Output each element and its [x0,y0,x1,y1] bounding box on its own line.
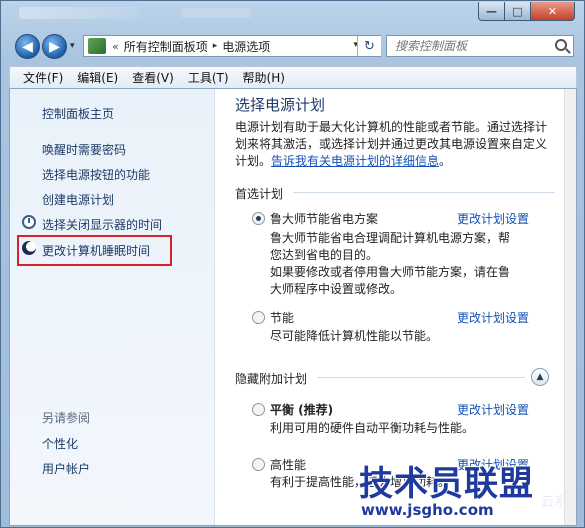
back-button[interactable]: ◀ [15,34,40,59]
sidebar-item-power-button[interactable]: 选择电源按钮的功能 [42,166,150,183]
control-panel-icon [88,38,106,54]
change-plan-link-power-saver[interactable]: 更改计划设置 [457,309,529,326]
change-plan-link-ludashi[interactable]: 更改计划设置 [457,210,529,227]
hidden-divider [317,377,525,378]
sidebar-item-create-plan[interactable]: 创建电源计划 [42,191,114,208]
breadcrumb-arrow-icon[interactable]: ▸ [213,41,218,51]
power-plan-info-link[interactable]: 告诉我有关电源计划的详细信息 [271,154,439,168]
menu-view[interactable]: 查看(V) [125,69,181,86]
search-icon[interactable] [555,39,567,51]
watermark-brand: 技术员联盟 [359,464,534,504]
sidebar-item-wake-password[interactable]: 唤醒时需要密码 [42,141,126,158]
menu-bar: 文件(F) 编辑(E) 查看(V) 工具(T) 帮助(H) [9,66,577,88]
plan-desc-power-saver: 尽可能降低计算机性能以节能。 [270,329,439,343]
page-description: 电源计划有助于最大化计算机的性能或者节能。通过选择计划来将其激活，或选择计划并通… [235,119,557,170]
see-also-heading: 另请参阅 [42,411,91,425]
preferred-divider [293,192,555,193]
plan-desc-balanced: 利用可用的硬件自动平衡功耗与性能。 [270,421,475,435]
plan-name-balanced[interactable]: 平衡 (推荐) [270,401,333,418]
menu-tools[interactable]: 工具(T) [181,69,236,86]
preferred-plans-heading: 首选计划 [235,187,284,201]
collapse-chevron-icon[interactable]: ▲ [531,368,549,386]
breadcrumb-all-items[interactable]: 所有控制面板项 [124,38,208,55]
description-end: 。 [439,154,452,168]
clock-icon [22,215,36,229]
plan-radio-high-performance[interactable] [252,458,265,471]
back-arrow-icon: ◀ [22,38,33,55]
change-plan-link-balanced[interactable]: 更改计划设置 [457,401,529,418]
watermark-url: www.jsgho.com [361,501,494,519]
address-bar[interactable]: « 所有控制面板项 ▸ 电源选项 ▾ [83,35,381,57]
sidebar: 控制面板主页 唤醒时需要密码 选择电源按钮的功能 创建电源计划 选择关闭显示器的… [10,89,215,525]
forward-arrow-icon: ▶ [49,38,60,55]
minimize-button[interactable]: — [478,2,505,21]
search-input[interactable] [395,39,555,53]
highlight-box [17,235,172,266]
title-bar[interactable]: — □ ✕ [1,1,584,27]
sidebar-home[interactable]: 控制面板主页 [42,105,114,122]
page-title: 选择电源计划 [235,96,326,114]
menu-edit[interactable]: 编辑(E) [70,69,125,86]
breadcrumb-power-options[interactable]: 电源选项 [222,38,270,55]
plan-name-high-performance[interactable]: 高性能 [270,456,306,473]
title-blur [19,7,139,19]
plan-desc-ludashi: 鲁大师节能省电合理调配计算机电源方案，帮您达到省电的目的。 如果要修改或者停用鲁… [270,231,511,296]
close-button[interactable]: ✕ [530,2,575,21]
hidden-plans-heading: 隐藏附加计划 [235,372,308,386]
menu-help[interactable]: 帮助(H) [236,69,292,86]
menu-file[interactable]: 文件(F) [16,69,70,86]
control-panel-window: — □ ✕ ◀ ▶ ▾ « 所有控制面板项 ▸ 电源选项 ▾ ↻ 文件(F) 编… [0,0,585,528]
address-overflow[interactable]: « [112,40,119,53]
plan-name-power-saver[interactable]: 节能 [270,309,294,326]
forward-button[interactable]: ▶ [42,34,67,59]
refresh-button[interactable]: ↻ [357,36,381,56]
scrollbar[interactable] [564,89,576,525]
plan-radio-ludashi[interactable] [252,212,265,225]
sidebar-item-personalize[interactable]: 个性化 [42,435,78,452]
plan-radio-balanced[interactable] [252,403,265,416]
plan-name-ludashi[interactable]: 鲁大师节能省电方案 [270,210,378,227]
maximize-button[interactable]: □ [504,2,531,21]
sidebar-item-user-accounts[interactable]: 用户帐户 [42,460,90,477]
search-box[interactable] [386,35,574,57]
recent-pages-dropdown[interactable]: ▾ [70,41,75,51]
watermark-corner: 云系 [541,495,568,510]
plan-radio-power-saver[interactable] [252,311,265,324]
title-blur-2 [181,8,251,18]
sidebar-item-display-off[interactable]: 选择关闭显示器的时间 [42,216,162,233]
